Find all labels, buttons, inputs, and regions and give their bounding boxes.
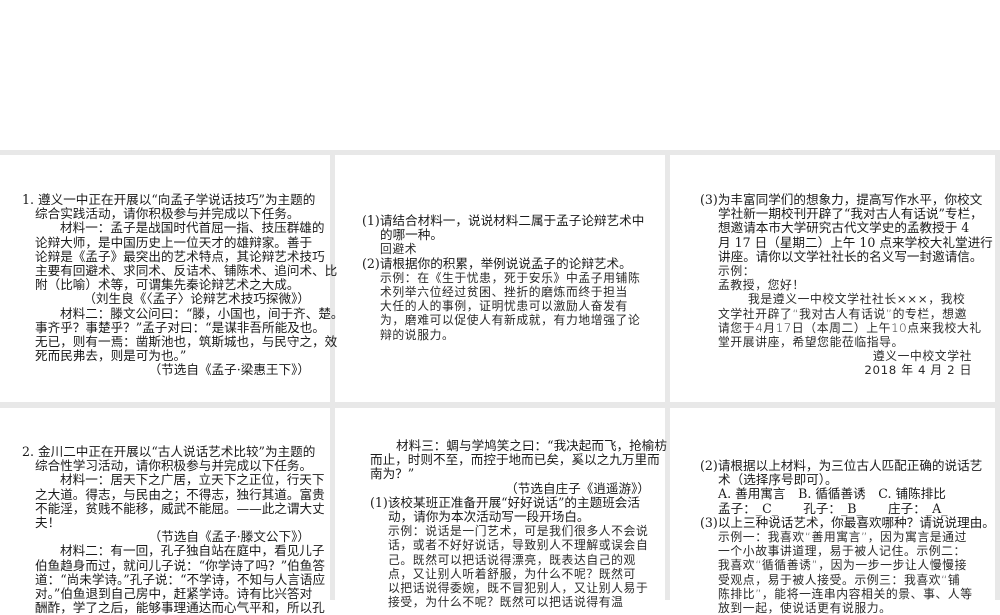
text-line: 无已，则有一焉：凿斯池也，筑斯城也，与民守之，效 (35, 333, 338, 349)
answer-line: 为，磨难可以促使人有新成就，有力地增强了论 (380, 313, 641, 328)
text-line: 伯鱼趋身而过，就问儿子说：“你学诗了吗？”伯鱼答 (35, 557, 325, 573)
slide-1-text: 1. 遵义一中正在开展以“向孟子学说话技巧”为主题的 综合实践活动，请你积极参与并… (22, 192, 344, 378)
question-line: (2)请根据以上材料，为三位古人匹配正确的说话艺 (700, 458, 983, 473)
answer-line: 我是遵义一中校文学社社长×××，我校 (748, 292, 966, 307)
answer-line: 放到一起，使说话更有说服力。 (718, 600, 892, 615)
text-line: 夫！ (35, 514, 61, 530)
source-citation: （节选自庄子《逍遥游》） (505, 480, 650, 496)
question-line: (3)为丰富同学们的想象力，提高写作水平，你校文 (700, 192, 983, 207)
question-line: (2)请根据你的积累，举例说说孟子的论辩艺术。 (362, 255, 632, 271)
answer-signature: 2018 年 4 月 2 日 (864, 363, 972, 378)
material-line: 材料一：孟子是战国时代首屈一指、技压群雄的 (60, 220, 325, 236)
source-citation: （刘生良《〈孟子〉论辩艺术技巧探微》） (83, 291, 310, 307)
question-line: 2. 金川二中正在开展以“古人说话艺术比较”为主题的 (22, 444, 316, 459)
answer-line: 文学社开辟了“我对古人有话说”的专栏，想邀 (718, 306, 967, 321)
slide-3-text: (3)为丰富同学们的想象力，提高写作水平，你校文 学社新一期校刊开辟了“我对古人有… (700, 192, 993, 378)
question-line: 月 17 日（星期二）上午 10 点来学校大礼堂进行 (718, 234, 993, 250)
text-line: 而止，时则不至，而控于地而已矣，奚以之九万里而 (370, 452, 660, 468)
question-line: 想邀请本市大学研究古代文学史的孟教授于 4 (718, 220, 970, 236)
question-line: 1. 遵义一中正在开展以“向孟子学说话技巧”为主题的 (22, 192, 316, 207)
text-line: 之大道。得志，与民由之；不得志，独行其道。富贵 (35, 486, 325, 502)
question-line: (1)该校某班正准备开展“好好说话”的主题班会活 (370, 494, 640, 510)
answer-line: 一个小故事讲道理，易于被人记住。示例二： (718, 544, 966, 559)
answer-line: 受观点，易于被人接受。示例三：我喜欢“铺 (718, 572, 961, 587)
text-line: 论辩大师，是中国历史上一位天才的雄辩家。善于 (35, 234, 313, 250)
material-line: 材料三：蜩与学鸠笑之曰：“我决起而飞，抢榆枋 (396, 438, 667, 453)
question-line: (1)请结合材料一，说说材料二属于孟子论辩艺术中 (362, 213, 645, 228)
slide-6-text: (2)请根据以上材料，为三位古人匹配正确的说话艺 术（选择序号即可）。 A. 善用寓… (700, 458, 995, 615)
question-line: (3)以上三种说话艺术，你最喜欢哪种？请说说理由。 (700, 514, 995, 530)
text-line: 论辩是《孟子》最突出的艺术特点，其论辩艺术技巧 (35, 248, 325, 264)
source-citation: （节选自《孟子·滕文公下》） (148, 529, 310, 545)
answer-line: 以把话说得委婉，既不冒犯别人，又让别人易于 (388, 580, 649, 595)
answer-line: 辩的说服力。 (380, 327, 455, 342)
answer-line: 大任的人的事例，证明忧患可以激励人奋发有 (380, 299, 628, 314)
text-line: 南为？” (370, 466, 415, 482)
material-line: 材料一：居天下之广居，立天下之正位，行天下 (60, 472, 325, 488)
material-line: 材料二：滕文公问曰：“滕，小国也，间于齐、楚。 (60, 305, 344, 321)
text-line: 综合性学习活动，请你积极参与并完成以下任务。 (35, 458, 313, 474)
answer-line: 示例：在《生于忧患，死于安乐》中孟子用铺陈 (380, 270, 641, 285)
answer-line: 示例一：我喜欢“善用寓言”，因为寓言是通过 (718, 529, 967, 544)
question-line: 的哪一种。 (380, 227, 443, 243)
question-line: 学社新一期校刊开辟了“我对古人有话说”专栏， (718, 206, 983, 222)
slide-2-text: (1)请结合材料一，说说材料二属于孟子论辩艺术中 的哪一种。 回避术 (2)请根据你的… (362, 213, 652, 342)
answer-line: 堂开展讲座，希望您能莅临指导。 (718, 334, 904, 349)
slide-4-text: 2. 金川二中正在开展以“古人说话艺术比较”为主题的 综合性学习活动，请你积极参与… (22, 444, 326, 615)
answer-line: 术列举六位经过贫困、挫折的磨炼而终于担当 (380, 284, 628, 299)
text-line: 死而民弗去，则是可为也。” (35, 348, 187, 364)
answer-line: 点，又让别人听着舒服，为什么不呢？既然可 (388, 566, 636, 581)
text-line: 主要有回避术、求同术、反诘术、铺陈术、追问术、比 (35, 262, 338, 278)
slide-5-text: 材料三：蜩与学鸠笑之曰：“我决起而飞，抢榆枋 而止，时则不至，而控于地而已矣，奚以… (370, 438, 667, 610)
text-line: 对。”伯鱼退到自己房中，赶紧学诗。诗有比兴答对 (35, 585, 313, 601)
text-line: 事齐乎？事楚乎？”孟子对曰：“是谋非吾所能及也。 (35, 319, 325, 335)
answer-line: 我喜欢“循循善诱”，因为一步一步让人慢慢接 (718, 558, 967, 573)
answer-line: 示例： (718, 263, 756, 278)
answer-line: 回避术 (380, 242, 418, 257)
answer-line: 示例：说话是一门艺术，可是我们很多人不会说 (388, 524, 649, 539)
question-line: 讲座。请你以文学社社长的名义写一封邀请信。 (718, 248, 983, 264)
answer-signature: 遵义一中校文学社 (872, 349, 972, 364)
answer-line: 陈排比”，能将一连串内容相关的景、事、人等 (718, 586, 973, 601)
question-line: A. 善用寓言 B. 循循善诱 C. 铺陈排比 (718, 486, 946, 502)
text-line: 不能淫，贫贱不能移，威武不能屈。——此之谓大丈 (35, 500, 325, 516)
text-line: 综合实践活动，请你积极参与并完成以下任务。 (35, 206, 300, 222)
question-line: 孟子：_C_ 孔子：_B_ 庄子：_A_ (718, 500, 948, 516)
answer-line: 请您于4月17日（本周二）上午10点来我校大礼 (718, 320, 982, 335)
material-line: 材料二：有一回，孔子独自站在庭中，看见儿子 (60, 543, 325, 559)
answer-line: 己。既然可以把话说得漂亮，既表达自己的观 (388, 552, 636, 567)
source-citation: （节选自《孟子·梁惠王下》） (148, 362, 310, 378)
question-line: 动，请你为本次活动写一段开场白。 (388, 508, 590, 524)
answer-line: 孟教授，您好！ (718, 278, 805, 293)
text-line: 附（比喻）术等，可谓集先秦论辩艺术之大成。 (35, 277, 300, 293)
text-line: 道：“尚未学诗。”孔子说：“不学诗，不知与人言语应 (35, 571, 326, 587)
answer-line: 接受，为什么不呢？既然可以把话说得有温 (388, 595, 624, 610)
text-line: 酬酢，学了之后，能够事理通达而心气平和，所以孔 (35, 600, 325, 615)
question-line: 术（选择序号即可）。 (718, 472, 838, 488)
answer-line: 话，或者不好好说话，导致别人不理解或误会自 (388, 538, 649, 553)
